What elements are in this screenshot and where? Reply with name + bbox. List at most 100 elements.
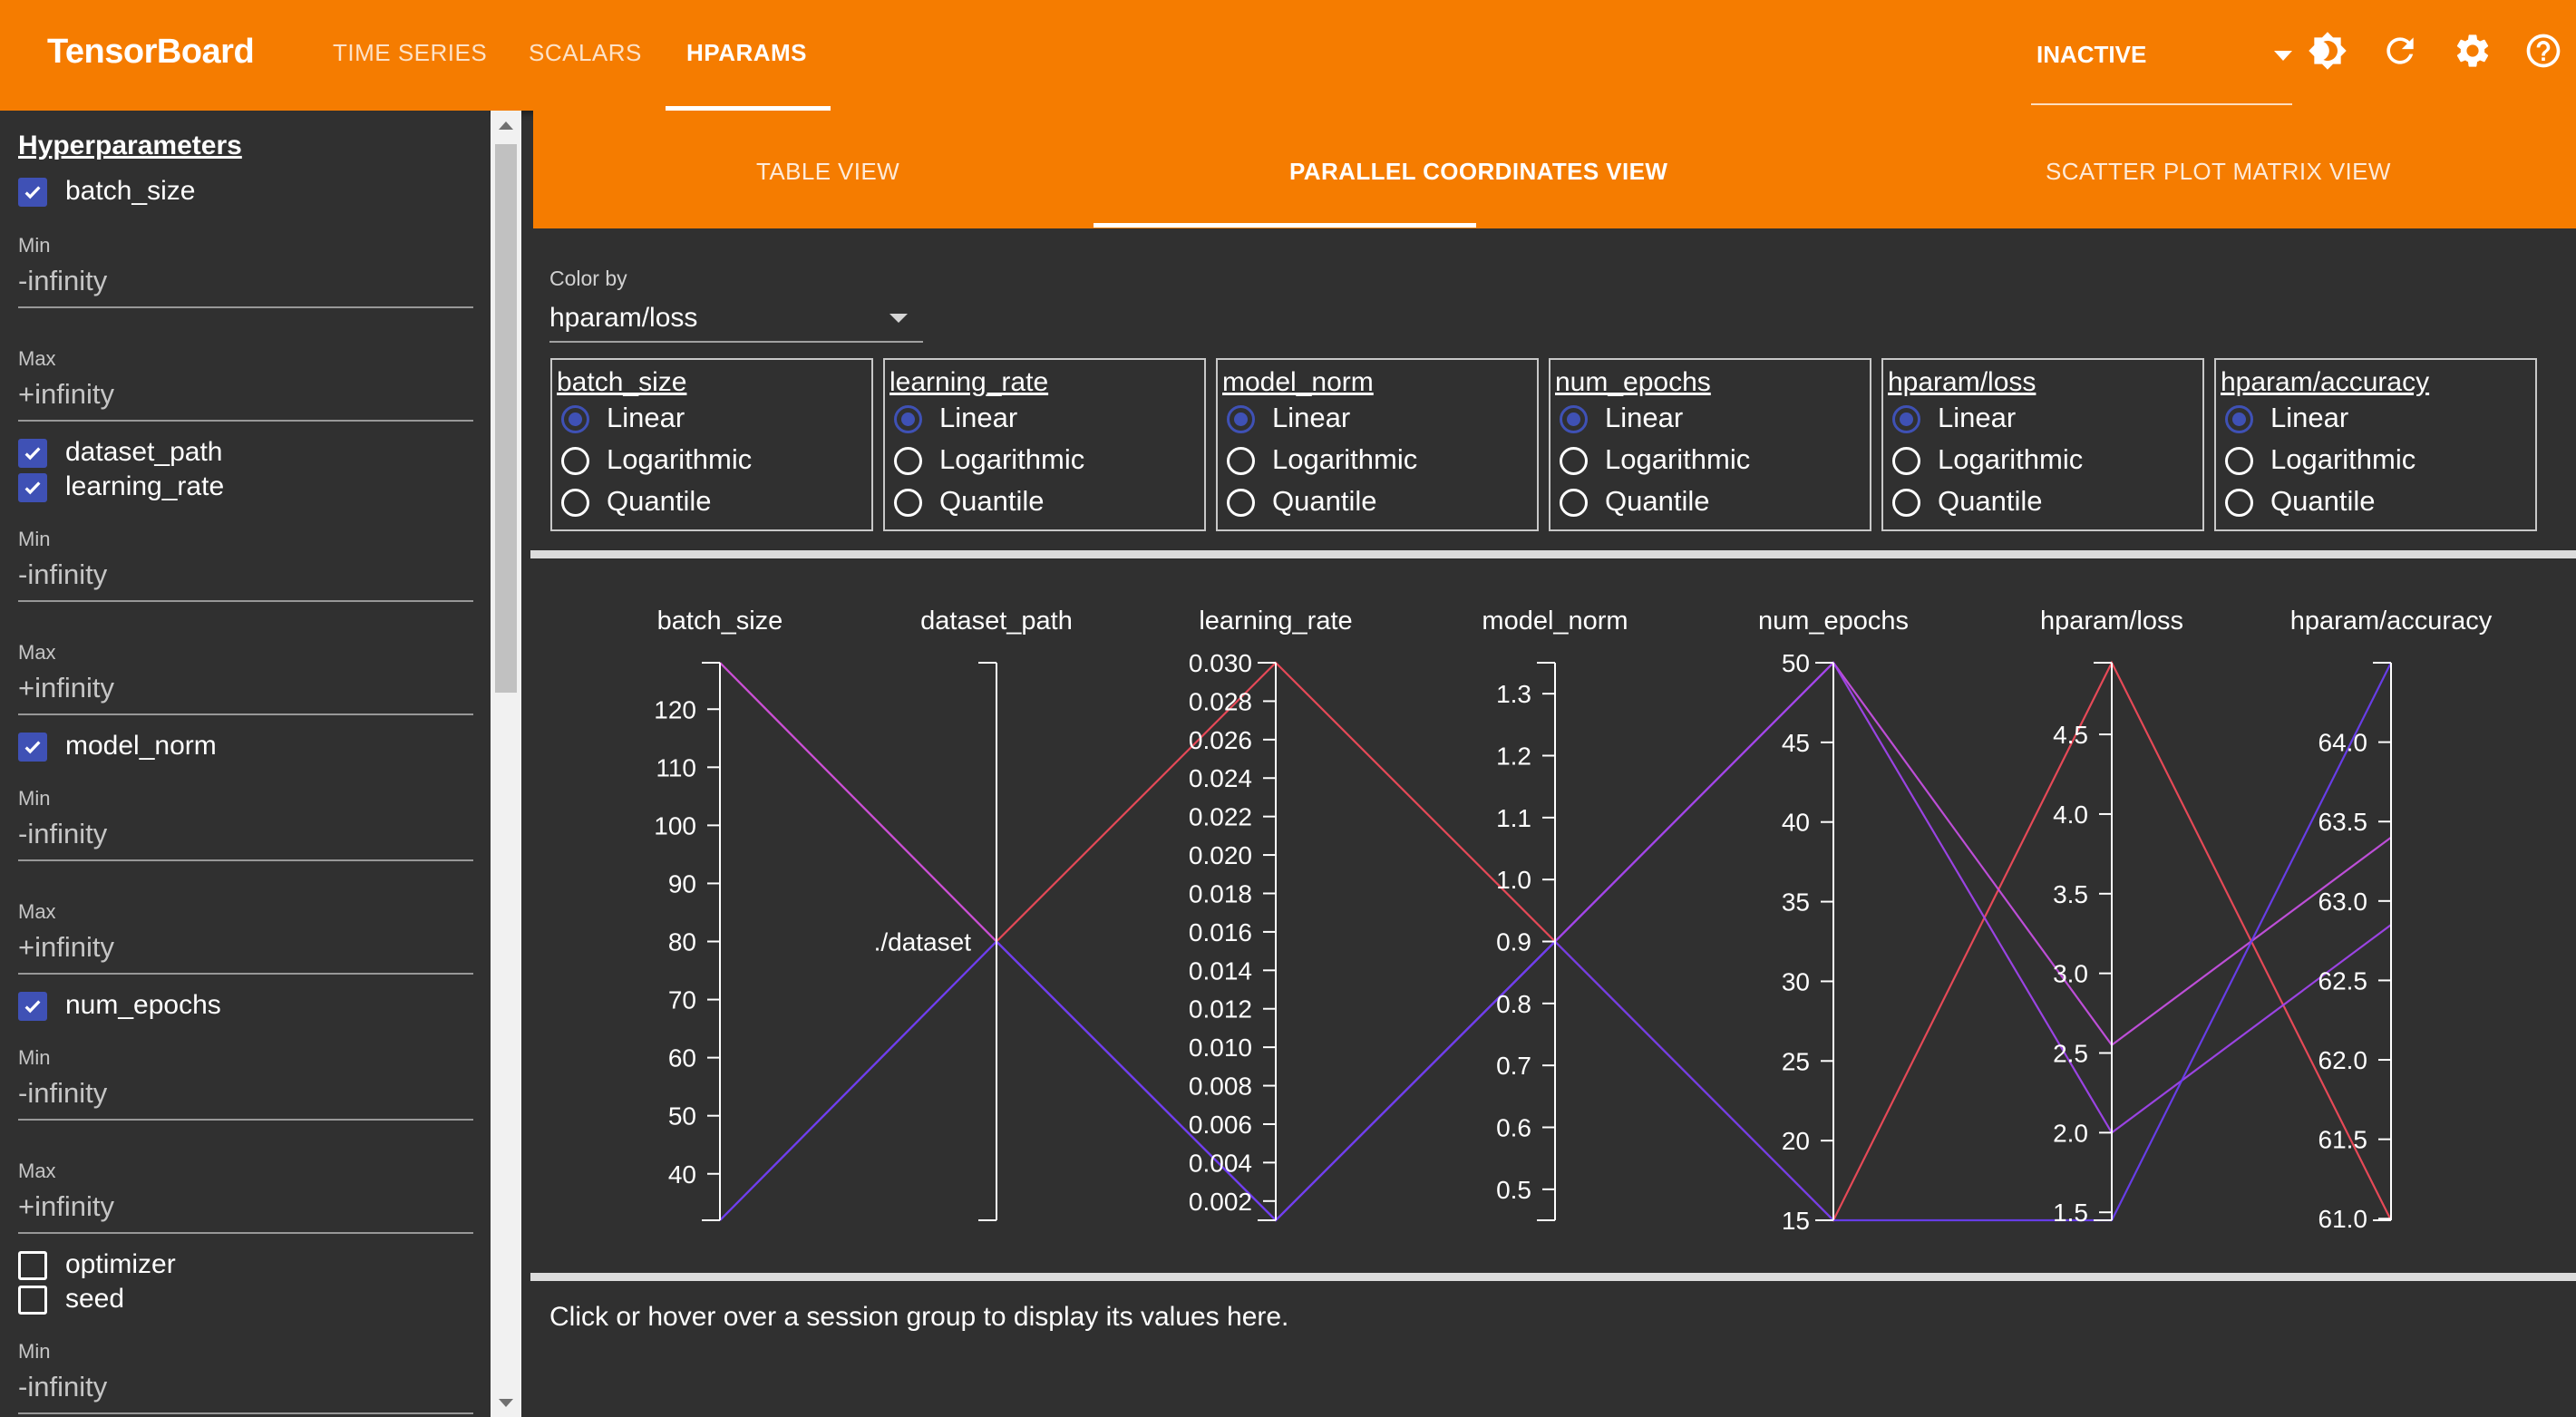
radio-label-logarithmic: Logarithmic — [2270, 443, 2416, 475]
radio-label-logarithmic: Logarithmic — [939, 443, 1085, 475]
tick-label: 4.5 — [2053, 721, 2088, 749]
checkbox-batch-size[interactable] — [18, 178, 47, 207]
axis-title: batch_size — [657, 607, 783, 636]
run-selector-value: INACTIVE — [2036, 41, 2147, 68]
tick-label: 63.0 — [2318, 888, 2368, 916]
radio-logarithmic[interactable] — [1892, 447, 1920, 475]
radio-quantile[interactable] — [1227, 489, 1255, 517]
checkbox-num-epochs[interactable] — [18, 992, 47, 1021]
tab-scalars[interactable]: SCALARS — [529, 39, 642, 67]
help-icon[interactable] — [2523, 31, 2563, 71]
chevron-down-icon[interactable] — [889, 314, 908, 323]
color-by-select[interactable]: hparam/loss — [549, 303, 697, 334]
tick-label: 0.016 — [1189, 918, 1252, 946]
scale-box-model-norm: model_norm Linear Logarithmic Quantile — [1216, 358, 1539, 531]
radio-quantile[interactable] — [1560, 489, 1588, 517]
min-label: Min — [18, 1340, 51, 1363]
tick-label: 25 — [1782, 1047, 1810, 1075]
tick-label: 0.006 — [1189, 1111, 1252, 1139]
radio-logarithmic[interactable] — [561, 447, 589, 475]
radio-label-linear: Linear — [2270, 402, 2349, 433]
hparam-label-seed: seed — [65, 1284, 125, 1314]
tick-label: 45 — [1782, 729, 1810, 757]
radio-label-quantile: Quantile — [939, 485, 1045, 517]
num-epochs-max-input[interactable]: +infinity — [18, 1190, 114, 1223]
radio-linear[interactable] — [1892, 405, 1920, 433]
parallel-coordinates-plot[interactable]: batch_size 40 50 60 70 80 90 100 110 120 dataset_p… — [533, 569, 2576, 1267]
min-label: Min — [18, 787, 51, 810]
max-label: Max — [18, 1160, 56, 1182]
chevron-down-icon — [2274, 51, 2292, 61]
tick-label: 62.5 — [2318, 966, 2368, 995]
tab-scatter-plot-matrix-view[interactable]: SCATTER PLOT MATRIX VIEW — [2046, 158, 2391, 186]
settings-icon[interactable] — [2453, 31, 2493, 71]
section-divider — [530, 1273, 2576, 1281]
sidebar-title: Hyperparameters — [18, 131, 242, 160]
checkbox-optimizer[interactable] — [18, 1251, 47, 1280]
tick-label: 80 — [668, 928, 696, 956]
tick-label: 2.5 — [2053, 1040, 2088, 1068]
tick-label: 0.012 — [1189, 995, 1252, 1024]
axis-learning-rate: learning_rate 0.002 0.004 0.006 0.008 0.010 0.… — [1189, 607, 1353, 1221]
theme-icon[interactable] — [2308, 31, 2348, 71]
radio-linear[interactable] — [1560, 405, 1588, 433]
scrollbar-thumb[interactable] — [495, 144, 517, 693]
model-norm-min-input[interactable]: -infinity — [18, 818, 107, 850]
run-selector[interactable]: INACTIVE — [2031, 20, 2292, 105]
checkbox-seed[interactable] — [18, 1286, 47, 1315]
section-divider — [530, 550, 2576, 558]
radio-label-linear: Linear — [1605, 402, 1684, 433]
view-tab-bar: TABLE VIEW PARALLEL COORDINATES VIEW SCA… — [533, 111, 2576, 228]
checkbox-model-norm[interactable] — [18, 733, 47, 762]
scale-box-title: batch_size — [557, 367, 687, 397]
model-norm-max-input[interactable]: +infinity — [18, 931, 114, 964]
tick-label: 0.010 — [1189, 1034, 1252, 1062]
radio-quantile[interactable] — [2225, 489, 2253, 517]
axis-num-epochs: num_epochs 15 20 25 30 35 40 45 50 — [1758, 607, 1909, 1235]
radio-logarithmic[interactable] — [1560, 447, 1588, 475]
tick-label: 61.0 — [2318, 1205, 2368, 1233]
radio-logarithmic[interactable] — [894, 447, 922, 475]
min-label: Min — [18, 528, 51, 550]
radio-label-quantile: Quantile — [1272, 485, 1377, 517]
batch-size-min-input[interactable]: -infinity — [18, 265, 107, 297]
tick-label: 0.030 — [1189, 649, 1252, 677]
radio-label-linear: Linear — [939, 402, 1018, 433]
axis-model-norm: model_norm 0.5 0.6 0.7 0.8 0.9 1.0 1.1 1.2 1.3 — [1482, 607, 1628, 1221]
scroll-down-icon[interactable] — [499, 1399, 513, 1407]
max-label: Max — [18, 900, 56, 923]
radio-linear[interactable] — [2225, 405, 2253, 433]
radio-linear[interactable] — [561, 405, 589, 433]
tab-time-series[interactable]: TIME SERIES — [333, 39, 487, 67]
tick-label: 0.008 — [1189, 1072, 1252, 1101]
tab-hparams[interactable]: HPARAMS — [686, 39, 807, 67]
checkbox-learning-rate[interactable] — [18, 473, 47, 502]
tick-label: 62.0 — [2318, 1046, 2368, 1074]
num-epochs-min-input[interactable]: -infinity — [18, 1077, 107, 1110]
radio-label-quantile: Quantile — [607, 485, 712, 517]
tab-parallel-coordinates-view[interactable]: PARALLEL COORDINATES VIEW — [1289, 158, 1667, 186]
radio-label-quantile: Quantile — [1938, 485, 2043, 517]
tab-table-view[interactable]: TABLE VIEW — [756, 158, 899, 186]
radio-linear[interactable] — [1227, 405, 1255, 433]
learning-rate-min-input[interactable]: -infinity — [18, 558, 107, 591]
seed-min-input[interactable]: -infinity — [18, 1371, 107, 1403]
tick-label: 0.018 — [1189, 879, 1252, 907]
radio-quantile[interactable] — [561, 489, 589, 517]
scale-box-batch-size: batch_size Linear Logarithmic Quantile — [550, 358, 873, 531]
hparams-sidebar: Hyperparameters batch_size Min -infinity… — [0, 111, 490, 1417]
radio-linear[interactable] — [894, 405, 922, 433]
radio-logarithmic[interactable] — [1227, 447, 1255, 475]
tick-label: 61.5 — [2318, 1126, 2368, 1154]
refresh-icon[interactable] — [2380, 31, 2420, 71]
learning-rate-max-input[interactable]: +infinity — [18, 672, 114, 704]
scale-box-title: hparam/loss — [1888, 367, 2036, 397]
radio-quantile[interactable] — [894, 489, 922, 517]
radio-logarithmic[interactable] — [2225, 447, 2253, 475]
radio-quantile[interactable] — [1892, 489, 1920, 517]
scroll-up-icon[interactable] — [499, 121, 513, 130]
checkbox-dataset-path[interactable] — [18, 439, 47, 468]
tick-label: 0.014 — [1189, 956, 1252, 985]
input-underline — [18, 1232, 473, 1234]
batch-size-max-input[interactable]: +infinity — [18, 378, 114, 411]
